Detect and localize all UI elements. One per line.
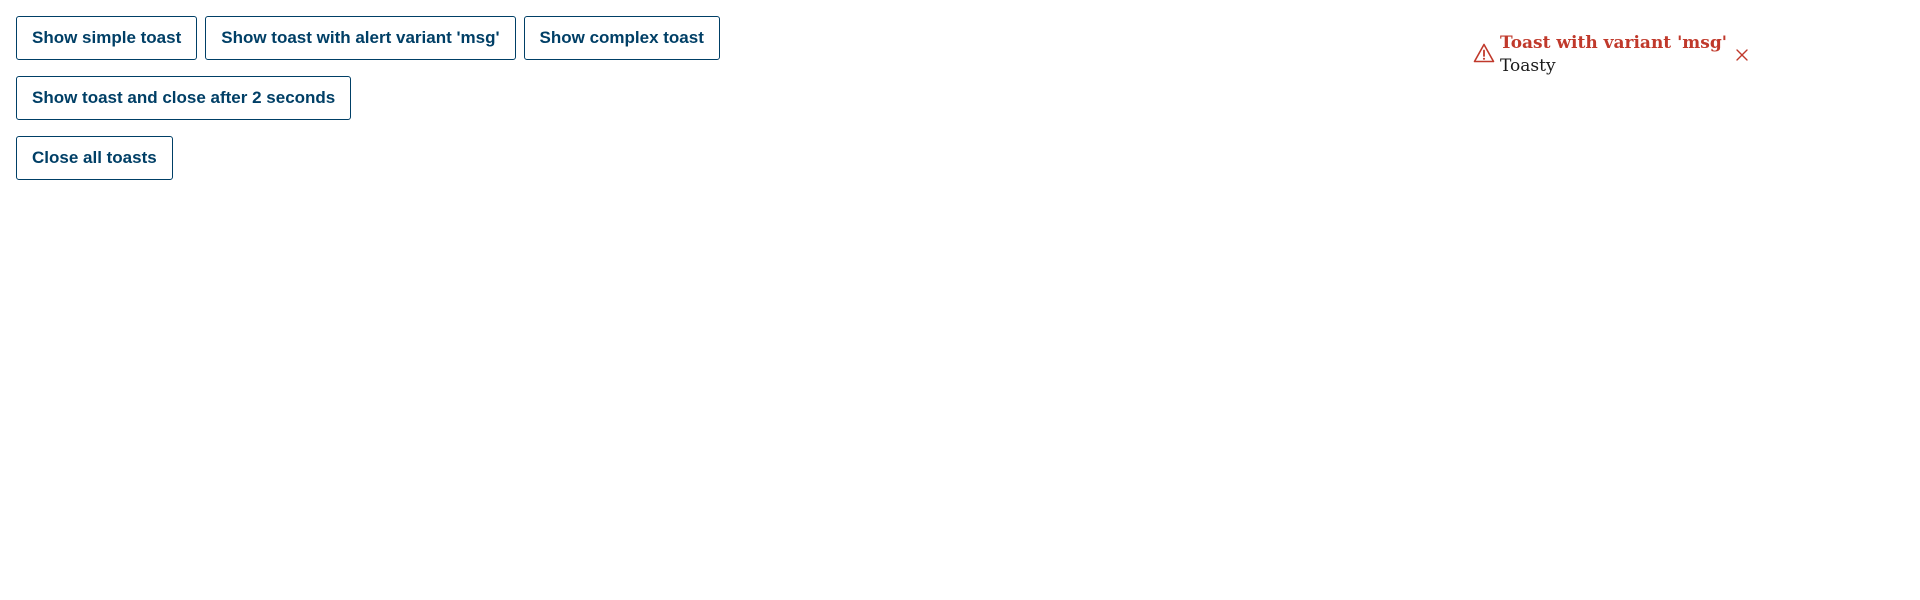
button-row-2: Show toast and close after 2 seconds [16, 76, 720, 120]
warning-icon [1473, 42, 1495, 64]
show-timed-toast-button[interactable]: Show toast and close after 2 seconds [16, 76, 352, 120]
show-alert-variant-toast-button[interactable]: Show toast with alert variant 'msg' [205, 16, 516, 60]
toast-message: Toasty [1500, 56, 1556, 76]
button-row-3: Close all toasts [16, 136, 720, 180]
close-all-toasts-button[interactable]: Close all toasts [16, 136, 173, 180]
close-icon[interactable] [1733, 46, 1751, 64]
button-panel: Show simple toast Show toast with alert … [16, 16, 720, 196]
show-complex-toast-button[interactable]: Show complex toast [523, 16, 720, 60]
show-simple-toast-button[interactable]: Show simple toast [16, 16, 198, 60]
toast-notification: Toast with variant 'msg' Toasty [1468, 30, 1758, 86]
toast-title: Toast with variant 'msg' [1500, 33, 1727, 53]
button-row-1: Show simple toast Show toast with alert … [16, 16, 720, 60]
